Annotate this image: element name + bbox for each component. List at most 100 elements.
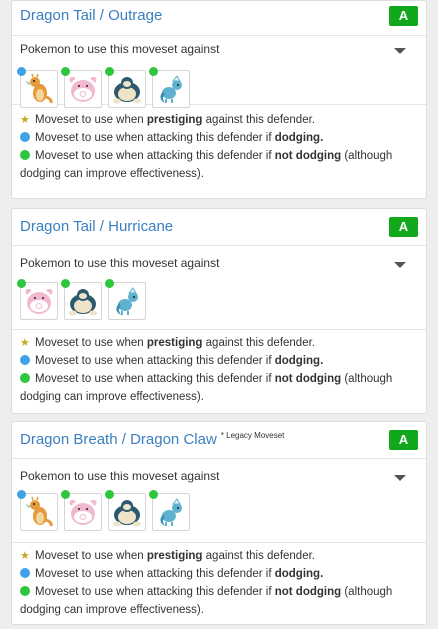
chevron-down-icon[interactable] xyxy=(394,475,406,481)
moveset-header: Dragon Tail / Outrage A xyxy=(12,1,426,36)
blue-dot-icon xyxy=(17,67,26,76)
star-icon: ★ xyxy=(20,337,30,349)
against-section[interactable]: Pokemon to use this moveset against xyxy=(12,36,426,108)
legend-text: Moveset to use when xyxy=(35,550,147,562)
legend-bold: dodging. xyxy=(274,568,324,580)
pokemon-vaporeon[interactable] xyxy=(149,490,190,531)
green-dot-icon xyxy=(105,279,114,288)
green-dot-icon xyxy=(20,373,30,383)
green-dot-icon xyxy=(61,67,70,76)
blue-dot-icon xyxy=(20,355,30,365)
legend-text: Moveset to use when attacking this defen… xyxy=(35,586,275,598)
legend-text: Moveset to use when xyxy=(35,337,147,349)
move-separator: / xyxy=(95,218,109,235)
against-label: Pokemon to use this moveset against xyxy=(20,469,220,483)
legend-not-dodging-cont: dodging can improve effectiveness). xyxy=(20,604,204,616)
against-section[interactable]: Pokemon to use this moveset against xyxy=(12,459,426,543)
legend-bold: dodging. xyxy=(274,132,324,144)
legend-not-dodging: Moveset to use when attacking this defen… xyxy=(20,370,418,388)
green-dot-icon xyxy=(61,279,70,288)
moveset-card: Dragon Tail / Hurricane A Pokemon to use… xyxy=(11,208,427,414)
pokemon-dragonite[interactable] xyxy=(17,490,58,531)
legend: ★ Moveset to use when prestiging against … xyxy=(12,330,426,412)
legend-bold: prestiging xyxy=(146,337,203,349)
legend-not-dodging: Moveset to use when attacking this defen… xyxy=(20,583,418,601)
move-separator: / xyxy=(95,7,109,24)
charge-move[interactable]: Dragon Claw xyxy=(130,431,217,448)
green-dot-icon xyxy=(20,586,30,596)
moveset-title[interactable]: Dragon Tail / Outrage xyxy=(20,7,162,24)
green-dot-icon xyxy=(105,67,114,76)
legend-text: Moveset to use when attacking this defen… xyxy=(35,568,275,580)
legend-bold: not dodging xyxy=(274,373,342,385)
green-dot-icon xyxy=(61,490,70,499)
pokemon-snorlax[interactable] xyxy=(105,490,146,531)
legend-dodging: Moveset to use when attacking this defen… xyxy=(20,352,418,370)
legend-bold: not dodging xyxy=(274,586,342,598)
chevron-down-icon[interactable] xyxy=(394,48,406,54)
vaporeon-icon xyxy=(116,287,138,315)
legend-prestige: ★ Moveset to use when prestiging against … xyxy=(20,547,418,565)
legend-dodging: Moveset to use when attacking this defen… xyxy=(20,129,418,147)
legend-bold: prestiging xyxy=(146,550,203,562)
blissey-icon xyxy=(69,499,97,525)
legend-prestige: ★ Moveset to use when prestiging against … xyxy=(20,111,418,129)
pokemon-vaporeon[interactable] xyxy=(105,279,146,320)
blue-dot-icon xyxy=(17,490,26,499)
move-separator: / xyxy=(117,431,131,448)
pokemon-snorlax[interactable] xyxy=(105,67,146,108)
green-dot-icon xyxy=(149,490,158,499)
against-section[interactable]: Pokemon to use this moveset against xyxy=(12,246,426,330)
legend-text: Moveset to use when attacking this defen… xyxy=(35,132,275,144)
star-icon: ★ xyxy=(20,114,30,126)
legend-text: (although xyxy=(341,586,393,598)
legend-prestige: ★ Moveset to use when prestiging against … xyxy=(20,334,418,352)
against-label: Pokemon to use this moveset against xyxy=(20,42,220,56)
moveset-title[interactable]: Dragon Tail / Hurricane xyxy=(20,218,173,235)
chevron-down-icon[interactable] xyxy=(394,262,406,268)
moveset-title[interactable]: Dragon Breath / Dragon Claw * Legacy Move… xyxy=(20,431,284,448)
legend-not-dodging-cont: dodging can improve effectiveness). xyxy=(20,391,204,403)
green-dot-icon xyxy=(20,150,30,160)
legacy-note: * Legacy Moveset xyxy=(220,431,285,440)
charge-move[interactable]: Outrage xyxy=(108,7,162,24)
moveset-card: Dragon Breath / Dragon Claw * Legacy Move… xyxy=(11,421,427,625)
pokemon-blissey[interactable] xyxy=(61,490,102,531)
blue-dot-icon xyxy=(20,568,30,578)
legend-text: Moveset to use when attacking this defen… xyxy=(35,355,275,367)
legend-text: against this defender. xyxy=(202,337,315,349)
legend-text: Moveset to use when attacking this defen… xyxy=(35,150,275,162)
grade-badge: A xyxy=(389,430,418,450)
legend: ★ Moveset to use when prestiging against … xyxy=(12,105,426,189)
legend-not-dodging-cont: dodging can improve effectiveness). xyxy=(20,168,204,180)
dragonite-icon xyxy=(25,73,53,104)
charge-move[interactable]: Hurricane xyxy=(108,218,173,235)
legend: ★ Moveset to use when prestiging against … xyxy=(12,543,426,625)
legend-bold: prestiging xyxy=(146,114,203,126)
grade-badge: A xyxy=(389,217,418,237)
blissey-icon xyxy=(69,76,97,102)
fast-move[interactable]: Dragon Breath xyxy=(20,431,118,448)
pokemon-snorlax[interactable] xyxy=(61,279,102,320)
pokemon-blissey[interactable] xyxy=(17,279,58,320)
vaporeon-icon xyxy=(160,498,182,526)
vaporeon-icon xyxy=(160,75,182,103)
blue-dot-icon xyxy=(20,132,30,142)
legend-text: Moveset to use when attacking this defen… xyxy=(35,373,275,385)
snorlax-icon xyxy=(69,289,97,316)
pokemon-vaporeon[interactable] xyxy=(149,67,190,108)
legend-bold: not dodging xyxy=(274,150,342,162)
pokemon-blissey[interactable] xyxy=(61,67,102,108)
fast-move[interactable]: Dragon Tail xyxy=(20,7,96,24)
pokemon-dragonite[interactable] xyxy=(17,67,58,108)
against-label: Pokemon to use this moveset against xyxy=(20,256,220,270)
blissey-icon xyxy=(25,288,53,314)
moveset-card: Dragon Tail / Outrage A Pokemon to use t… xyxy=(11,0,427,199)
snorlax-icon xyxy=(113,77,141,104)
legend-dodging: Moveset to use when attacking this defen… xyxy=(20,565,418,583)
legend-text: against this defender. xyxy=(202,114,315,126)
grade-badge: A xyxy=(389,6,418,26)
legend-text: (although xyxy=(341,373,393,385)
legend-bold: dodging. xyxy=(274,355,324,367)
fast-move[interactable]: Dragon Tail xyxy=(20,218,96,235)
